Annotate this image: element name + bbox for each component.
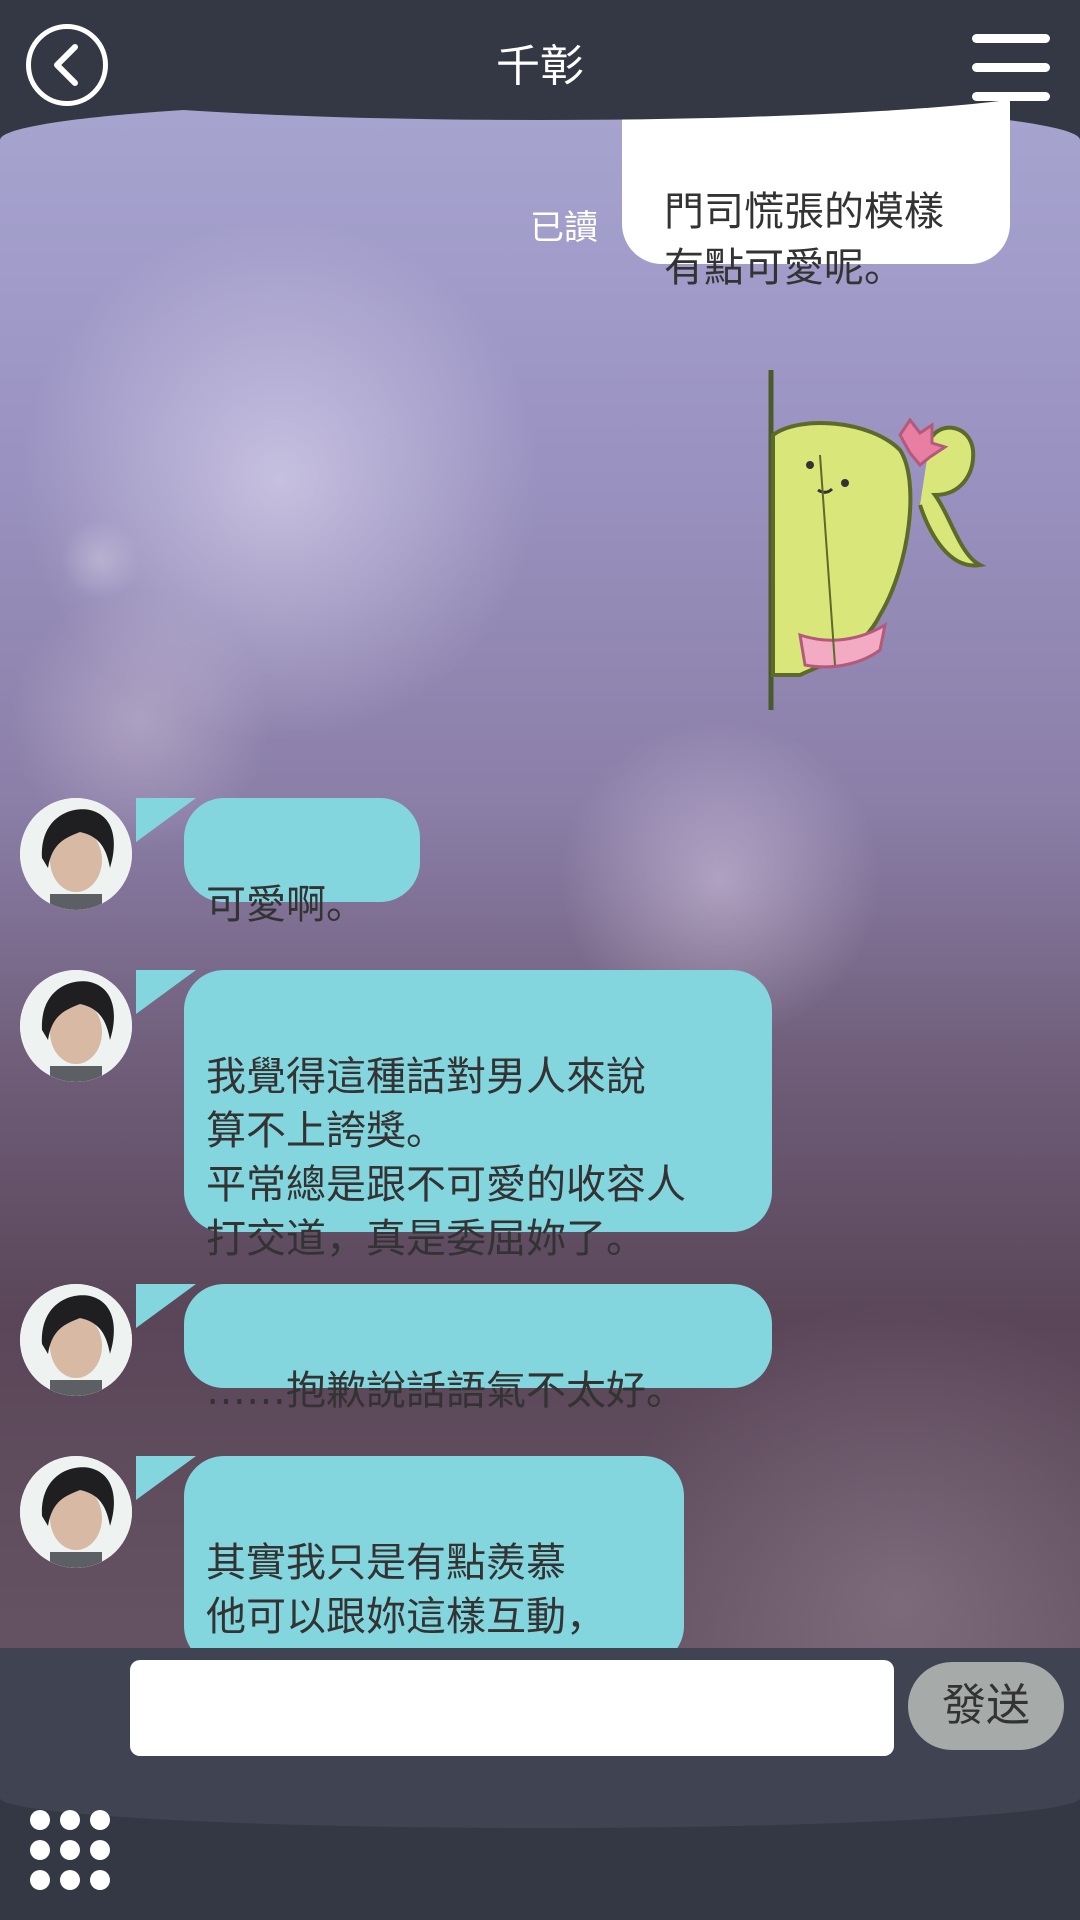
person-avatar-icon [20,1456,132,1568]
message-text: 可愛啊。 [206,882,366,928]
avatar[interactable] [20,1456,132,1568]
cactus-peeking-sticker [760,365,990,715]
hamburger-menu-icon [972,34,1050,43]
person-avatar-icon [20,970,132,1082]
message-text: 門司慌張的模樣 有點可愛呢。 [664,189,944,291]
grid-dots-icon [30,1810,50,1830]
read-status: 已讀 [530,208,598,248]
person-avatar-icon [20,798,132,910]
outgoing-message-bubble: 門司慌張的模樣 有點可愛呢。 [622,100,1010,291]
message-text: ……抱歉說話語氣不太好。 [206,1368,686,1414]
avatar[interactable] [20,798,132,910]
chat-title: 千彰 [496,41,584,92]
incoming-message-bubble: 其實我只是有點羨慕 他可以跟妳這樣互動， 妳不用太在意。 [184,1456,684,1694]
message-input[interactable] [130,1660,894,1756]
incoming-message-bubble: 我覺得這種話對男人來說 算不上誇獎。 平常總是跟不可愛的收容人 打交道，真是委屈… [184,970,772,1262]
apps-button[interactable] [30,1810,110,1890]
message-text: 我覺得這種話對男人來說 算不上誇獎。 平常總是跟不可愛的收容人 打交道，真是委屈… [206,1054,686,1262]
composer-curve [0,1768,1080,1828]
avatar[interactable] [20,1284,132,1396]
incoming-message-bubble: 可愛啊。 [184,798,420,928]
menu-button[interactable] [972,34,1050,102]
chat-background [0,100,1080,1660]
incoming-message-bubble: ……抱歉說話語氣不太好。 [184,1284,772,1414]
avatar[interactable] [20,970,132,1082]
person-avatar-icon [20,1284,132,1396]
send-button[interactable]: 發送 [908,1662,1064,1750]
